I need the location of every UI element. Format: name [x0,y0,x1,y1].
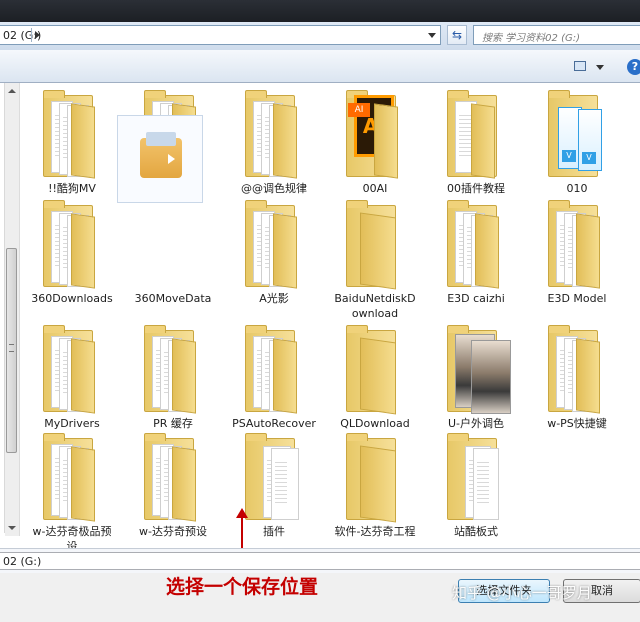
folder-label: 360MoveData [134,292,212,305]
folder-item[interactable]: w-达芬奇预设 [123,426,223,539]
folder-label: w-达芬奇预设 [139,525,207,538]
folder-icon [239,199,309,289]
folder-icon [340,432,410,523]
folder-item[interactable]: E3D caizhi [426,193,526,306]
window-top-strip [0,0,640,22]
search-placeholder: 搜索 学习资料02 (G:) [482,33,581,44]
folder-label: w-PS快捷键 [547,417,607,430]
file-name-value: 02 (G:) [3,555,42,568]
folder-label: E3D Model [547,292,607,305]
ai-folder-icon: AiAI [340,89,410,179]
folder-item[interactable]: !!酷狗MV [22,83,122,196]
file-name-field[interactable]: 02 (G:) [0,552,640,570]
folder-icon [138,432,208,522]
app-folder-icon[interactable] [117,115,203,203]
scroll-up-icon[interactable] [8,89,16,93]
toolbar: ? [0,50,640,83]
folder-item[interactable]: 360MoveData [123,193,223,306]
folder-item[interactable]: 站酷板式 [426,426,526,539]
refresh-icon[interactable]: ⇆ [447,25,467,45]
folder-label: A光影 [259,292,289,305]
breadcrumb-chevron-icon[interactable] [31,28,44,42]
folder-label: 站酷板式 [454,525,498,538]
folder-icon [37,199,107,289]
view-options-icon[interactable] [574,61,586,71]
address-dropdown-icon[interactable] [428,33,436,38]
document-folder-icon: VV [542,89,612,179]
folder-item[interactable]: E3D Model [527,193,627,306]
folder-icon [239,324,309,414]
address-bar-row: 02 (G:) ⇆ 搜索 学习资料02 (G:) [0,22,640,50]
folder-icon [37,89,107,179]
photo-folder-icon [441,324,511,414]
scroll-down-icon[interactable] [8,526,16,530]
folder-item[interactable]: w-达芬奇极品预 设 [22,426,122,554]
folder-label: E3D caizhi [447,292,505,305]
view-dropdown-icon[interactable] [596,65,604,70]
folder-icon [138,324,208,414]
folder-icon [441,199,511,289]
folder-label: BaiduNetdiskD [334,292,416,305]
address-bar[interactable]: 02 (G:) [0,25,441,45]
folder-icon [239,89,309,179]
folder-icon [542,199,612,289]
search-input[interactable]: 搜索 学习资料02 (G:) [473,25,640,45]
folder-icon [37,432,107,522]
file-name-row: 02 (G:) [0,548,640,573]
folder-icon [239,432,309,522]
folder-item[interactable]: 插件 [224,426,324,539]
folder-item[interactable]: @@调色规律 [224,83,324,196]
folder-label: 插件 [263,525,285,538]
folder-icon [340,324,410,415]
folder-icon [441,89,511,179]
folder-item[interactable]: 00插件教程 [426,83,526,196]
document-folder-icon [441,432,511,522]
folder-item[interactable]: 360Downloads [22,193,122,306]
help-icon[interactable]: ? [627,59,640,75]
folder-item[interactable]: VV 010 [527,83,627,196]
folder-item[interactable]: PSAutoRecover [224,318,324,431]
folder-icon [542,324,612,414]
folder-item[interactable]: MyDrivers [22,318,122,431]
folder-item[interactable]: BaiduNetdiskD ownload [325,193,425,321]
folder-item[interactable]: AiAI 00AI [325,83,425,196]
annotation-text: 选择一个保存位置 [166,576,319,598]
folder-icon [37,324,107,414]
vertical-scrollbar[interactable] [5,83,20,536]
watermark: 知乎 @小心一哥罗月 [452,584,592,602]
folder-item[interactable]: PR 缓存 [123,318,223,431]
folder-item[interactable]: QLDownload [325,318,425,431]
scrollbar-thumb[interactable] [6,248,17,453]
app-folder-icon [138,199,208,289]
folder-item[interactable]: A光影 [224,193,324,306]
folder-icon [340,199,410,290]
folder-label: w-达芬奇极品预 [32,525,112,538]
folder-label: 360Downloads [31,292,113,305]
folder-item[interactable]: w-PS快捷键 [527,318,627,431]
folder-item[interactable]: U-户外调色 [426,318,526,431]
folder-label: 软件-达芬奇工程 [334,525,416,538]
file-list: !!酷狗MV ##中国MV @@调色规律 AiAI 00AI 00插件教程 VV… [22,83,640,553]
folder-item[interactable]: 软件-达芬奇工程 [325,426,425,539]
